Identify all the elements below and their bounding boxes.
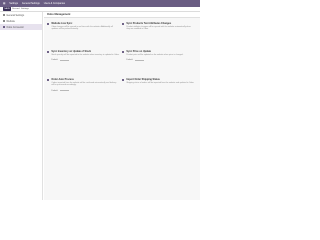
setting-footer-value[interactable]: Default xyxy=(51,59,57,61)
website-live-sync-checkbox[interactable] xyxy=(47,22,50,25)
sidebar-item-label: General Settings xyxy=(6,13,25,17)
setting-title: Sync Price on Update xyxy=(126,50,151,53)
connector-icon xyxy=(3,26,5,28)
setting-title: Import Order Shipping Status xyxy=(126,78,160,81)
menu-users-companies[interactable]: Users & Companies xyxy=(44,0,65,7)
settings-icon xyxy=(3,14,5,16)
setting-title: Sync Products Text Attributes Changes xyxy=(126,22,172,25)
setting-title: Order Auto Process xyxy=(51,78,74,81)
section-header: Odoo Management xyxy=(44,12,200,18)
settings-sidebar: General Settings Website Odoo Connector xyxy=(0,12,43,200)
settings-main: Odoo Management Website Live Sync Odoo c… xyxy=(44,12,200,200)
breadcrumb: Settings xyxy=(20,8,29,10)
save-button[interactable]: SAVE xyxy=(3,7,12,11)
sidebar-item-label: Website xyxy=(6,19,15,23)
globe-icon xyxy=(3,20,5,22)
setting-website-live-sync: Website Live Sync Odoo changes will be s… xyxy=(47,22,122,44)
setting-title: Website Live Sync xyxy=(51,22,73,25)
sync-price-checkbox[interactable] xyxy=(122,50,125,53)
sidebar-item-label: Odoo Connector xyxy=(6,25,24,29)
setting-description: Product price will be updated on the web… xyxy=(126,53,184,56)
setting-description: Stock quantity will be exported to the w… xyxy=(51,53,120,56)
sidebar-item-odoo-connector[interactable]: Odoo Connector xyxy=(0,24,42,30)
setting-footer[interactable]: Default xyxy=(126,59,194,62)
menu-general-settings[interactable]: General Settings xyxy=(22,0,40,7)
sync-product-attributes-checkbox[interactable] xyxy=(122,22,125,25)
setting-sync-product-attributes: Sync Products Text Attributes Changes Pr… xyxy=(122,22,197,44)
setting-footer-value[interactable]: Default xyxy=(126,59,132,61)
setting-footer-value[interactable]: Default xyxy=(51,90,57,92)
setting-title: Sync Inventory on Update of Stock xyxy=(51,50,91,53)
setting-description: Orders imported from the website will be… xyxy=(51,81,117,87)
sync-inventory-checkbox[interactable] xyxy=(47,50,50,53)
setting-description: Product attribute changes will be synced… xyxy=(126,25,191,31)
setting-sync-price: Sync Price on Update Product price will … xyxy=(122,50,197,72)
setting-import-shipping-status: Import Order Shipping Status Shipping st… xyxy=(122,78,197,100)
import-shipping-status-checkbox[interactable] xyxy=(122,78,125,81)
setting-footer[interactable]: Default xyxy=(51,59,119,62)
setting-order-auto-process: Order Auto Process Orders imported from … xyxy=(47,78,122,100)
setting-footer[interactable]: Default xyxy=(51,89,119,92)
setting-description: Odoo changes will be synced in real time… xyxy=(51,25,113,31)
setting-sync-inventory: Sync Inventory on Update of Stock Stock … xyxy=(47,50,122,72)
top-navbar: ▦ Settings General Settings Users & Comp… xyxy=(0,0,200,7)
setting-description: Shipping status of orders will be import… xyxy=(126,81,195,84)
section-title: Odoo Management xyxy=(47,13,71,16)
app-menu-icon[interactable]: ▦ xyxy=(3,0,5,7)
order-auto-process-checkbox[interactable] xyxy=(47,78,50,81)
app-name[interactable]: Settings xyxy=(9,0,18,7)
settings-grid: Website Live Sync Odoo changes will be s… xyxy=(47,22,197,100)
discard-button[interactable]: Discard xyxy=(12,8,19,10)
